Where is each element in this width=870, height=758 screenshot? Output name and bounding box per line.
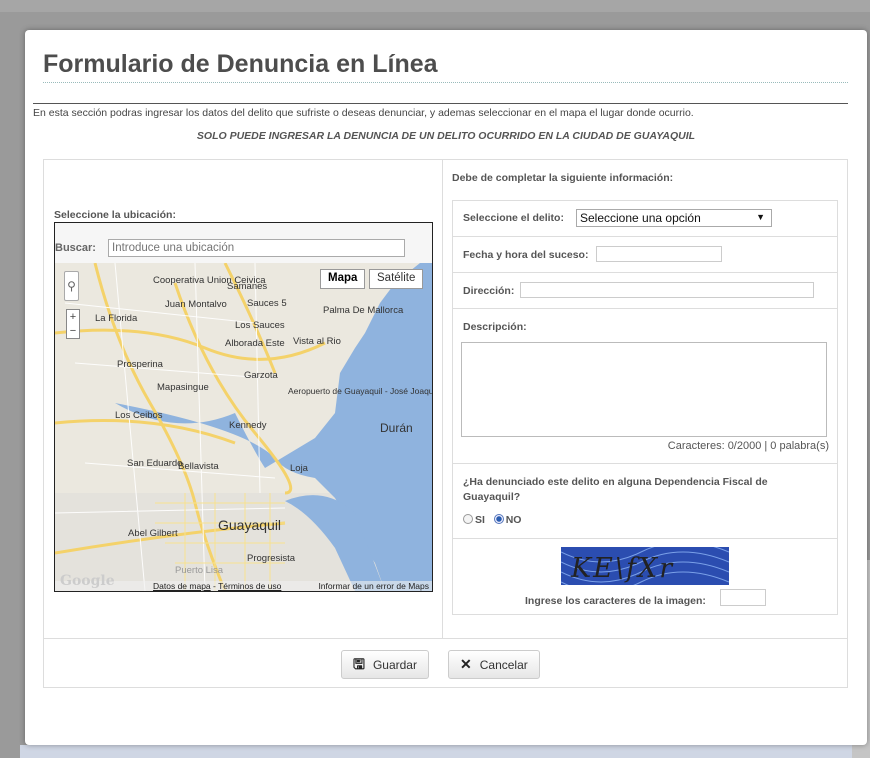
location-search-input[interactable] <box>108 239 405 257</box>
chevron-down-icon: ▼ <box>756 212 765 222</box>
page-title: Formulario de Denuncia en Línea <box>43 50 438 78</box>
map-place: San Eduardo <box>127 458 183 469</box>
save-button[interactable]: 🖫 Guardar <box>341 650 429 679</box>
zoom-control[interactable]: + − <box>66 309 80 339</box>
report-error-link[interactable]: Informar de un error de Maps <box>318 581 429 591</box>
cancel-button[interactable]: ✕ Cancelar <box>448 650 540 679</box>
map-footer: Google Datos de mapa - Términos de uso I… <box>60 573 429 591</box>
description-textarea[interactable] <box>461 342 827 437</box>
map-data-link[interactable]: Datos de mapa <box>153 581 211 591</box>
map-place: Loja <box>290 463 308 474</box>
save-icon: 🖫 <box>353 656 365 672</box>
radio-no-label: NO <box>505 514 522 526</box>
guayaquil-notice: SOLO PUEDE INGRESAR LA DENUNCIA DE UN DE… <box>196 130 696 142</box>
denuncia-modal: Formulario de Denuncia en Línea En esta … <box>25 30 867 745</box>
footer-divider <box>44 638 847 639</box>
captcha-row: KE\fXr Ingrese los caracteres de la imag… <box>452 538 838 615</box>
background-strip <box>20 745 870 758</box>
map-place: Mapasingue <box>157 382 209 393</box>
search-label: Buscar: <box>55 242 96 254</box>
cancel-label: Cancelar <box>479 658 528 672</box>
map-place: Palma De Mallorca <box>323 305 404 316</box>
map-place: Samanes <box>227 281 268 292</box>
captcha-text: KE\fXr <box>571 553 675 584</box>
captcha-image: KE\fXr <box>561 547 729 585</box>
map-place: Durán <box>380 421 413 435</box>
prior-report-row: ¿Ha denunciado este delito en alguna Dep… <box>452 463 838 538</box>
map-place: Bellavista <box>178 461 219 472</box>
close-icon: ✕ <box>460 656 472 672</box>
map-place: Juan Montalvo <box>165 299 227 310</box>
map-place: Los Ceibos <box>115 410 163 421</box>
save-label: Guardar <box>372 658 417 672</box>
street-view-icon[interactable]: ⚲ <box>64 271 79 301</box>
radio-si-label: SI <box>475 514 485 526</box>
map-type-satellite-button[interactable]: Satélite <box>369 269 424 289</box>
captcha-input[interactable] <box>720 589 766 606</box>
column-divider <box>442 160 443 638</box>
title-divider <box>43 82 848 83</box>
map-place: Abel Gilbert <box>128 528 178 539</box>
intro-text: En esta sección podras ingresar los dato… <box>33 107 694 119</box>
background-bar <box>0 0 870 12</box>
map-place: Garzota <box>244 370 278 381</box>
crime-select-value: Seleccione una opción <box>580 211 701 225</box>
map-place: La Florida <box>95 313 138 324</box>
address-input[interactable] <box>520 282 814 298</box>
map-place: Alborada Este <box>225 338 285 349</box>
map-place: Guayaquil <box>218 517 282 533</box>
date-input[interactable] <box>596 246 722 262</box>
terms-link[interactable]: Términos de uso <box>218 581 281 591</box>
map-place: Kennedy <box>229 420 267 431</box>
prior-report-question: ¿Ha denunciado este delito en alguna Dep… <box>463 476 768 503</box>
crime-label: Seleccione el delito: <box>463 212 564 224</box>
character-counter: Caracteres: 0/2000 | 0 palabra(s) <box>667 440 829 452</box>
map-place: Vista al Rio <box>293 336 341 347</box>
map-container: Buscar: Introduce una ubicación Cooperat… <box>54 222 433 592</box>
map-search-row: Buscar: <box>55 223 432 263</box>
date-row: Fecha y hora del suceso: <box>452 236 838 272</box>
date-label: Fecha y hora del suceso: <box>463 249 589 261</box>
description-label: Descripción: <box>463 321 527 333</box>
google-map[interactable]: Cooperativa Union Ceivica Samanes Juan M… <box>55 263 432 591</box>
radio-si[interactable] <box>463 514 473 524</box>
map-place: Progresista <box>247 553 296 564</box>
map-place: Sauces 5 <box>247 298 287 309</box>
radio-no[interactable] <box>493 514 504 524</box>
prior-report-options: SI NO <box>463 514 521 526</box>
map-place: Aeropuerto de Guayaquil - José Joaquín d… <box>288 386 433 396</box>
google-logo: Google <box>60 573 115 589</box>
map-type-map-button[interactable]: Mapa <box>320 269 366 289</box>
intro-divider <box>33 103 848 104</box>
fields-header: Debe de completar la siguiente informaci… <box>452 172 674 184</box>
crime-select[interactable]: Seleccione una opción ▼ <box>576 209 772 227</box>
map-place: Los Sauces <box>235 320 285 331</box>
map-place: Prosperina <box>117 359 163 370</box>
address-label: Dirección: <box>463 285 515 297</box>
location-label: Seleccione la ubicación: <box>54 209 176 221</box>
form-panel: Seleccione la ubicación: Buscar: Introdu… <box>43 159 848 688</box>
crime-row: Seleccione el delito: Seleccione una opc… <box>452 200 838 236</box>
address-row: Dirección: <box>452 272 838 308</box>
description-row: Descripción: Caracteres: 0/2000 | 0 pala… <box>452 308 838 463</box>
captcha-label: Ingrese los caracteres de la imagen: <box>525 595 706 607</box>
